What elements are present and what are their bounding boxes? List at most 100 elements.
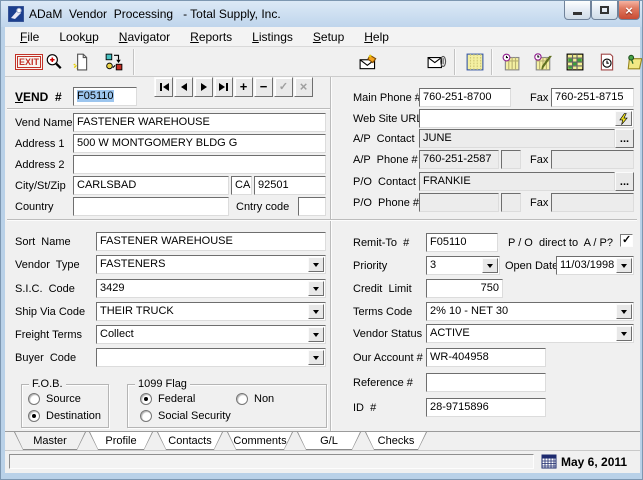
priority-combo[interactable]: 3 — [426, 256, 500, 275]
vend-number-field[interactable]: F05110 — [73, 87, 137, 106]
spreadsheet-icon — [466, 53, 484, 71]
record-post-button[interactable] — [274, 77, 293, 97]
po-phone-field[interactable] — [419, 193, 499, 212]
dropdown-arrow-icon[interactable] — [308, 281, 324, 296]
zip-field[interactable]: 92501 — [254, 176, 326, 195]
radio-icon[interactable] — [28, 393, 40, 405]
terms-code-combo[interactable]: 2% 10 - NET 30 — [426, 302, 634, 321]
table-button[interactable] — [563, 51, 587, 73]
ap-phone-ext-field[interactable] — [501, 150, 521, 169]
tab-comments[interactable]: Comments — [227, 432, 293, 450]
menu-setup[interactable]: Setup — [303, 28, 354, 46]
po-phone-ext-field[interactable] — [501, 193, 521, 212]
sticky-note-button[interactable] — [623, 51, 643, 73]
ap-contact-more-button[interactable]: ... — [615, 129, 634, 148]
address2-field[interactable] — [73, 155, 326, 174]
maximize-button[interactable] — [591, 1, 618, 20]
new-document-button[interactable] — [69, 51, 93, 73]
sic-code-combo[interactable]: 3429 — [96, 279, 326, 298]
po-contact-field[interactable]: FRANKIE — [419, 172, 615, 191]
calendar-edit-button[interactable] — [531, 51, 555, 73]
tab-profile[interactable]: Profile — [89, 432, 153, 450]
address1-field[interactable]: 500 W MONTGOMERY BLDG G — [73, 134, 326, 153]
sort-name-field[interactable]: FASTENER WAREHOUSE — [96, 232, 326, 251]
freight-terms-combo[interactable]: Collect — [96, 325, 326, 344]
menu-navigator[interactable]: Navigator — [109, 28, 180, 46]
radio-icon[interactable] — [28, 410, 40, 422]
open-date-combo[interactable]: 11/03/1998 — [556, 256, 634, 275]
record-insert-button[interactable] — [234, 77, 253, 97]
zoom-button[interactable] — [42, 51, 66, 73]
flag-federal-option[interactable]: Federal — [140, 393, 195, 405]
vendor-type-combo[interactable]: FASTENERS — [96, 255, 326, 274]
po-direct-checkbox[interactable] — [620, 234, 633, 247]
record-delete-button[interactable] — [254, 77, 273, 97]
dropdown-arrow-icon[interactable] — [482, 258, 498, 273]
navigator-button[interactable] — [102, 51, 126, 73]
record-next-button[interactable] — [194, 77, 213, 97]
menu-reports[interactable]: Reports — [180, 28, 242, 46]
vendor-status-combo[interactable]: ACTIVE — [426, 324, 634, 343]
dropdown-arrow-icon[interactable] — [308, 350, 324, 365]
section-divider — [7, 108, 330, 110]
mail-attachment-button[interactable] — [425, 51, 449, 73]
tab-master[interactable]: Master — [14, 432, 86, 450]
document-clock-button[interactable] — [595, 51, 619, 73]
country-field[interactable] — [73, 197, 229, 216]
radio-icon[interactable] — [140, 393, 152, 405]
menu-listings[interactable]: Listings — [242, 28, 303, 46]
credit-limit-field[interactable]: 750 — [426, 279, 503, 298]
spreadsheet-button[interactable] — [463, 51, 487, 73]
vend-name-field[interactable]: FASTENER WAREHOUSE — [73, 113, 326, 132]
radio-icon[interactable] — [140, 410, 152, 422]
country-code-field[interactable] — [298, 197, 326, 216]
website-field[interactable] — [419, 109, 634, 128]
id-field[interactable]: 28-9715896 — [426, 398, 546, 417]
website-launch-button[interactable] — [615, 111, 632, 126]
record-first-button[interactable] — [154, 77, 173, 97]
city-field[interactable]: CARLSBAD — [73, 176, 229, 195]
fob-source-option[interactable]: Source — [28, 393, 81, 405]
flag-social-security-option[interactable]: Social Security — [140, 410, 231, 422]
next-icon — [201, 83, 207, 91]
buyer-code-combo[interactable] — [96, 348, 326, 367]
radio-icon[interactable] — [236, 393, 248, 405]
dropdown-arrow-icon[interactable] — [308, 304, 324, 319]
record-cancel-button[interactable] — [294, 77, 313, 97]
ship-via-combo[interactable]: THEIR TRUCK — [96, 302, 326, 321]
menu-help[interactable]: Help — [354, 28, 399, 46]
close-button[interactable]: × — [618, 1, 640, 20]
calendar-clock-icon — [502, 53, 520, 71]
main-phone-field[interactable]: 760-251-8700 — [419, 88, 511, 107]
our-account-field[interactable]: WR-404958 — [426, 348, 546, 367]
dropdown-arrow-icon[interactable] — [616, 304, 632, 319]
record-last-button[interactable] — [214, 77, 233, 97]
ap-fax-field[interactable] — [551, 150, 634, 169]
dropdown-arrow-icon[interactable] — [308, 327, 324, 342]
record-previous-button[interactable] — [174, 77, 193, 97]
menu-lookup[interactable]: Lookup — [49, 28, 108, 46]
po-fax-field[interactable] — [551, 193, 634, 212]
flag-non-option[interactable]: Non — [236, 393, 274, 405]
main-fax-field[interactable]: 760-251-8715 — [551, 88, 634, 107]
state-field[interactable]: CA — [231, 176, 252, 195]
po-contact-more-button[interactable]: ... — [615, 172, 634, 191]
dropdown-arrow-icon[interactable] — [308, 257, 324, 272]
dropdown-arrow-icon[interactable] — [616, 326, 632, 341]
dropdown-arrow-icon[interactable] — [616, 258, 632, 273]
remit-to-field[interactable]: F05110 — [426, 233, 498, 252]
navigator-icon — [105, 53, 123, 71]
calendar-clock-button[interactable] — [499, 51, 523, 73]
title-bar[interactable]: ADaM Vendor Processing - Total Supply, I… — [1, 1, 642, 27]
ap-phone-field[interactable]: 760-251-2587 — [419, 150, 499, 169]
compose-mail-button[interactable] — [357, 51, 381, 73]
menu-file[interactable]: File — [10, 28, 49, 46]
tab-checks[interactable]: Checks — [365, 432, 427, 450]
minimize-button[interactable] — [564, 1, 591, 20]
tab-gl[interactable]: G/L — [297, 432, 361, 450]
tab-contacts[interactable]: Contacts — [157, 432, 223, 450]
ap-contact-field[interactable]: JUNE — [419, 129, 615, 148]
exit-button[interactable]: EXIT — [15, 54, 43, 70]
fob-destination-option[interactable]: Destination — [28, 410, 101, 422]
reference-field[interactable] — [426, 373, 546, 392]
